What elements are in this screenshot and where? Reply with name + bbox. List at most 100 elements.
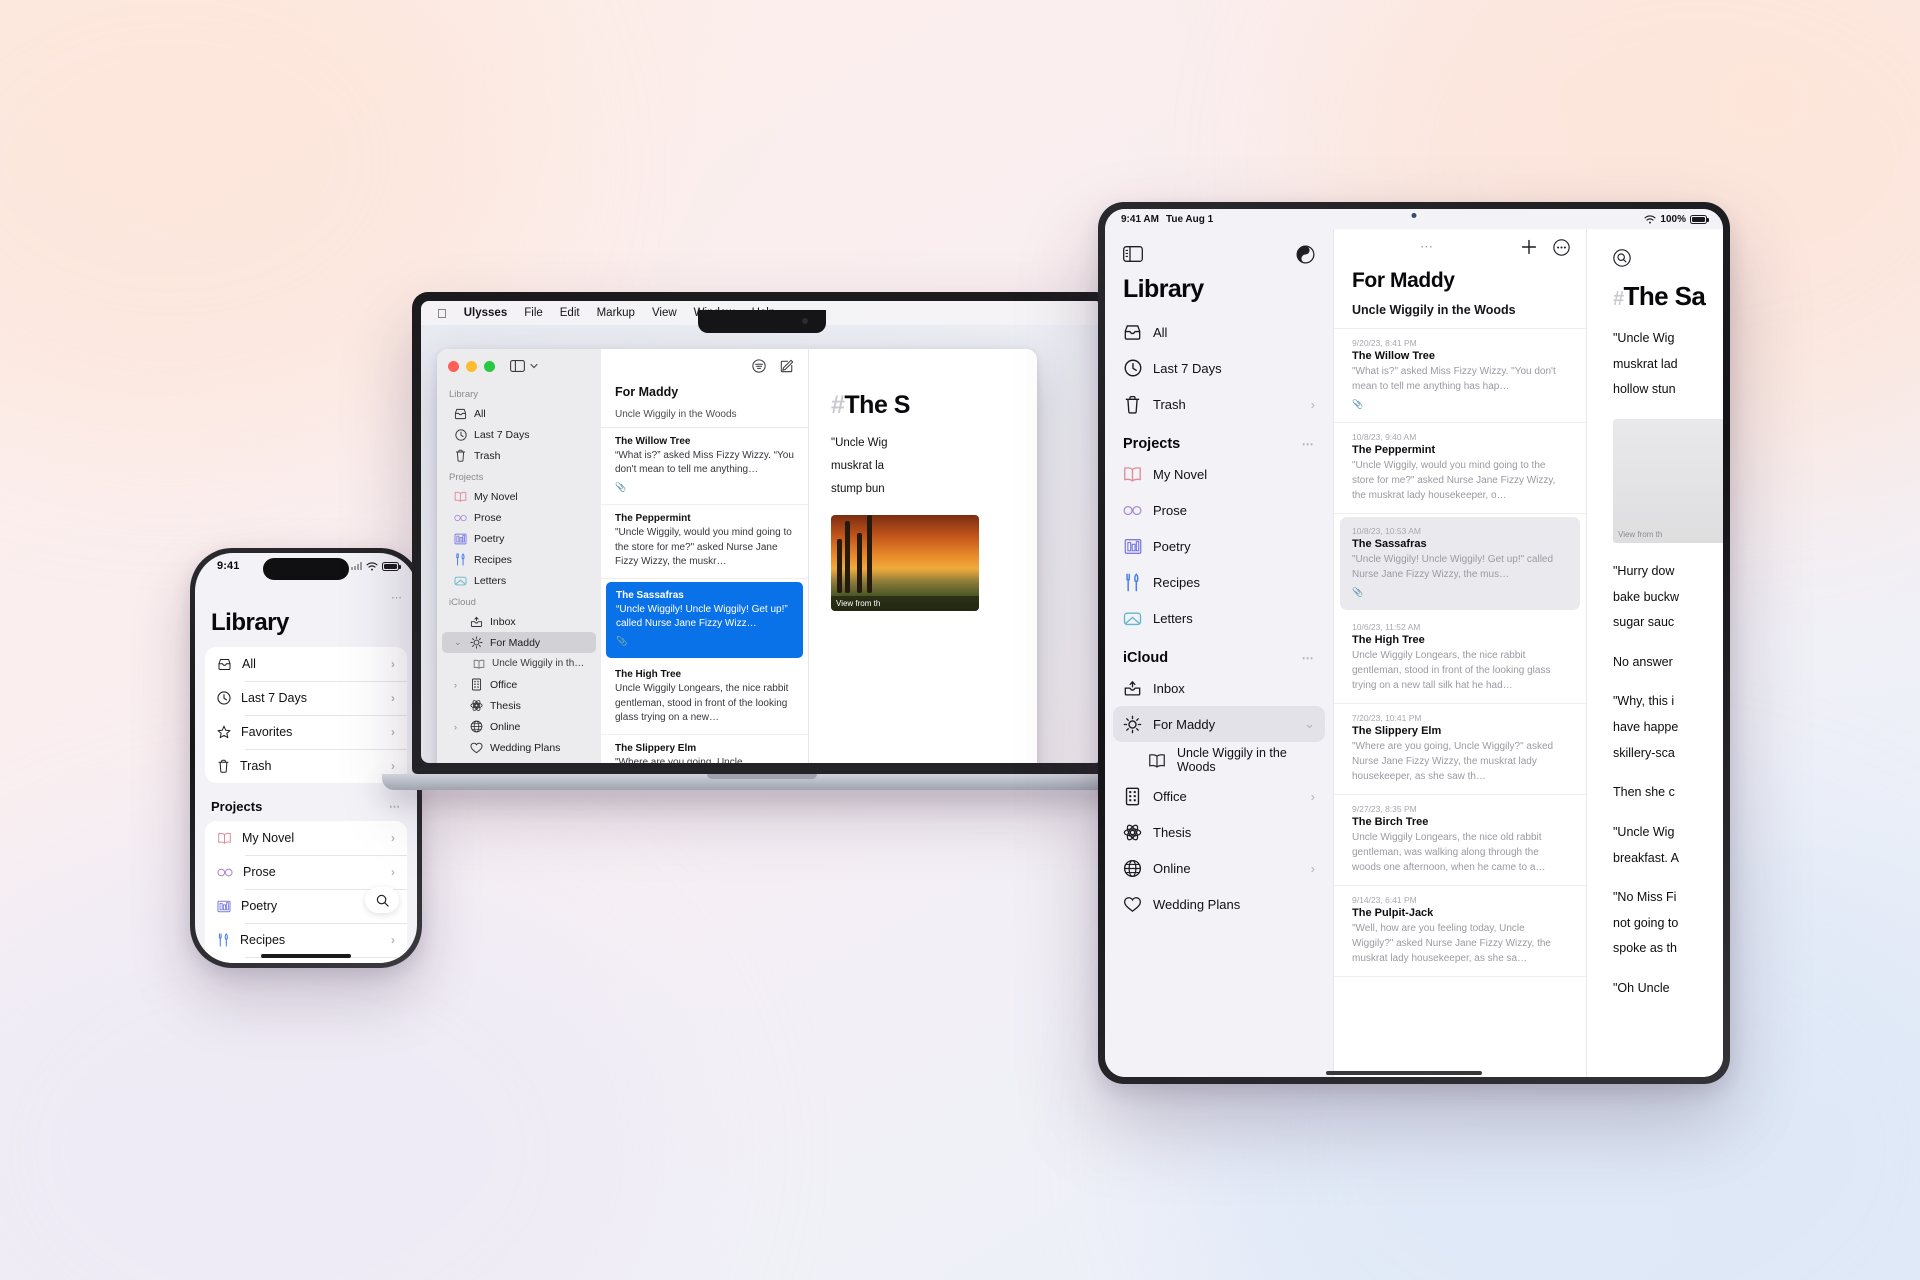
ellipsis-circle-icon[interactable] <box>1553 238 1570 256</box>
ellipsis-icon[interactable]: ⋯ <box>389 800 401 813</box>
sheet-row-selected[interactable]: The Sassafras “Uncle Wiggily! Uncle Wigg… <box>606 581 803 659</box>
sidebar-item-for-maddy[interactable]: ⌄ For Maddy <box>442 632 596 653</box>
sidebar-item-poetry[interactable]: Poetry <box>1113 528 1325 564</box>
search-button[interactable] <box>365 887 399 913</box>
chevron-right-icon: › <box>391 691 395 705</box>
close-button[interactable] <box>448 360 459 372</box>
compose-icon[interactable] <box>780 359 794 373</box>
ellipsis-icon[interactable]: ⋯ <box>1302 437 1315 451</box>
sidebar-item-my-novel[interactable]: My Novel <box>1113 456 1325 492</box>
sidebar-item-online[interactable]: Online › <box>1113 850 1325 886</box>
sheet-row[interactable]: 7/20/23, 10:41 PM The Slippery Elm "Wher… <box>1334 704 1586 795</box>
sidebar-toggle-button[interactable] <box>510 360 538 372</box>
row-label: For Maddy <box>1153 716 1216 732</box>
sidebar-item-trash[interactable]: Trash › <box>1113 386 1325 422</box>
chevron-right-icon[interactable]: › <box>1311 861 1315 876</box>
chevron-right-icon[interactable]: › <box>1311 397 1315 412</box>
sidebar-item-wedding-plans[interactable]: Wedding Plans <box>442 737 596 758</box>
sidebar-item-uncle-wiggily-sheet[interactable]: Uncle Wiggily in the Woods <box>1113 742 1325 778</box>
sidebar-item-prose[interactable]: Prose › <box>205 855 407 889</box>
sidebar-item-office[interactable]: Office › <box>1113 778 1325 814</box>
sheet-preview: “What is?” asked Miss Fizzy Wizzy. “You … <box>615 450 794 476</box>
sheet-row[interactable]: The High Tree Uncle Wiggily Longears, th… <box>601 661 808 735</box>
sidebar-item-all[interactable]: All › <box>205 647 407 681</box>
chevron-right-icon[interactable]: › <box>1311 789 1315 804</box>
sheet-row[interactable]: 9/20/23, 8:41 PM The Willow Tree "What i… <box>1334 329 1586 423</box>
sidebar-item-recipes[interactable]: Recipes <box>442 549 596 570</box>
sidebar-label: Online <box>490 720 521 733</box>
sidebar-item-inbox[interactable]: Inbox <box>1113 670 1325 706</box>
sidebar-item-prose[interactable]: Prose <box>1113 492 1325 528</box>
search-circle-icon[interactable] <box>1613 249 1631 267</box>
sidebar-item-letters[interactable]: Letters <box>442 570 596 591</box>
sidebar-item-uncle-wiggily-sheet[interactable]: Uncle Wiggily in th… <box>442 653 596 674</box>
menu-item-markup[interactable]: Markup <box>597 307 635 319</box>
sidebar-item-favorites[interactable]: Favorites › <box>205 715 407 749</box>
grabber-icon[interactable]: ⋯ <box>1420 239 1435 255</box>
sidebar-item-recipes[interactable]: Recipes <box>1113 564 1325 600</box>
sheet-row[interactable]: 9/27/23, 8:35 PM The Birch Tree Uncle Wi… <box>1334 795 1586 886</box>
sidebar-label: Last 7 Days <box>474 428 530 441</box>
sheet-row[interactable]: 10/8/23, 9:40 AM The Peppermint "Uncle W… <box>1334 423 1586 514</box>
sidebar-item-office[interactable]: › Office <box>442 674 596 695</box>
editor-image[interactable]: View from th <box>831 515 979 611</box>
ipad-sidebar: Library All Last 7 Days Trash › Projects… <box>1105 229 1333 1077</box>
sidebar-item-thesis[interactable]: Thesis <box>442 695 596 716</box>
chevron-right-icon[interactable]: › <box>454 680 463 690</box>
sidebar-item-my-novel[interactable]: My Novel › <box>205 821 407 855</box>
menu-item-ulysses[interactable]: Ulysses <box>464 307 507 319</box>
zoom-button[interactable] <box>484 360 495 372</box>
menu-item-view[interactable]: View <box>652 307 677 319</box>
sidebar-item-trash[interactable]: Trash › <box>205 749 407 783</box>
editor-line: "Oh Uncle <box>1613 981 1670 995</box>
editor-line: "Uncle Wig <box>1613 824 1675 839</box>
ellipsis-icon[interactable]: ⋯ <box>391 591 403 604</box>
filter-icon[interactable] <box>752 359 766 373</box>
editor-paragraph: "Uncle Wig breakfast. A <box>1613 820 1723 871</box>
sidebar-item-all[interactable]: All <box>1113 314 1325 350</box>
apple-logo-icon[interactable]:  <box>437 307 447 320</box>
sheet-row[interactable]: The Willow Tree “What is?” asked Miss Fi… <box>601 428 808 506</box>
sheet-row[interactable]: The Peppermint "Uncle Wiggily, would you… <box>601 505 808 579</box>
sidebar-item-thesis[interactable]: Thesis <box>1113 814 1325 850</box>
sidebar-icon[interactable] <box>1123 246 1143 262</box>
ipad-editor[interactable]: #The Sa "Uncle Wig muskrat lad hollow st… <box>1587 229 1723 1077</box>
editor-paragraph: "Why, this i have happe skillery-sca <box>1613 689 1723 766</box>
sidebar-item-my-novel[interactable]: My Novel <box>442 486 596 507</box>
sidebar-label: Thesis <box>490 699 521 712</box>
sidebar-item-letters[interactable]: Letters <box>1113 600 1325 636</box>
menu-item-edit[interactable]: Edit <box>560 307 580 319</box>
sheet-row[interactable]: 9/14/23, 6:41 PM The Pulpit-Jack "Well, … <box>1334 886 1586 977</box>
sidebar-item-recipes[interactable]: Recipes › <box>205 923 407 957</box>
sidebar-item-inbox[interactable]: Inbox <box>442 611 596 632</box>
ellipsis-icon[interactable]: ⋯ <box>1302 651 1315 665</box>
sidebar-item-online[interactable]: › Online <box>442 716 596 737</box>
sidebar-item-last-7-days[interactable]: Last 7 Days <box>442 424 596 445</box>
sheet-row[interactable]: 10/6/23, 11:52 AM The High Tree Uncle Wi… <box>1334 613 1586 704</box>
sheet-row-selected[interactable]: 10/8/23, 10:53 AM The Sassafras "Uncle W… <box>1340 517 1580 610</box>
sidebar-item-trash[interactable]: Trash <box>442 445 596 466</box>
sidebar-item-prose[interactable]: Prose <box>442 507 596 528</box>
sidebar-item-poetry[interactable]: Poetry <box>442 528 596 549</box>
chevron-down-icon[interactable]: ⌄ <box>454 637 463 648</box>
chevron-down-icon[interactable]: ⌄ <box>1304 716 1315 732</box>
sidebar-item-wedding-plans[interactable]: Wedding Plans <box>1113 886 1325 922</box>
settings-gear-icon[interactable] <box>1296 245 1315 264</box>
attachment-icon: 📎 <box>616 636 628 647</box>
sidebar-item-last-7-days[interactable]: Last 7 Days <box>1113 350 1325 386</box>
sheet-row[interactable]: The Slippery Elm "Where are you going, U… <box>601 735 808 763</box>
row-label: Poetry <box>241 899 278 913</box>
sidebar-label: Recipes <box>474 553 512 566</box>
minimize-button[interactable] <box>466 360 477 372</box>
editor-paragraph: No answer <box>1613 650 1723 676</box>
menu-item-file[interactable]: File <box>524 307 543 319</box>
editor-line: not going to <box>1613 915 1679 930</box>
mac-editor[interactable]: #The S "Uncle Wig muskrat la stump bun V… <box>809 349 1037 763</box>
sidebar-item-all[interactable]: All <box>442 403 596 424</box>
sidebar-item-last-7-days[interactable]: Last 7 Days › <box>205 681 407 715</box>
poetry-icon <box>217 900 231 913</box>
sidebar-item-for-maddy[interactable]: For Maddy ⌄ <box>1113 706 1325 742</box>
editor-image[interactable]: View from th <box>1613 418 1723 543</box>
chevron-right-icon[interactable]: › <box>454 722 463 732</box>
plus-icon[interactable] <box>1521 239 1537 255</box>
